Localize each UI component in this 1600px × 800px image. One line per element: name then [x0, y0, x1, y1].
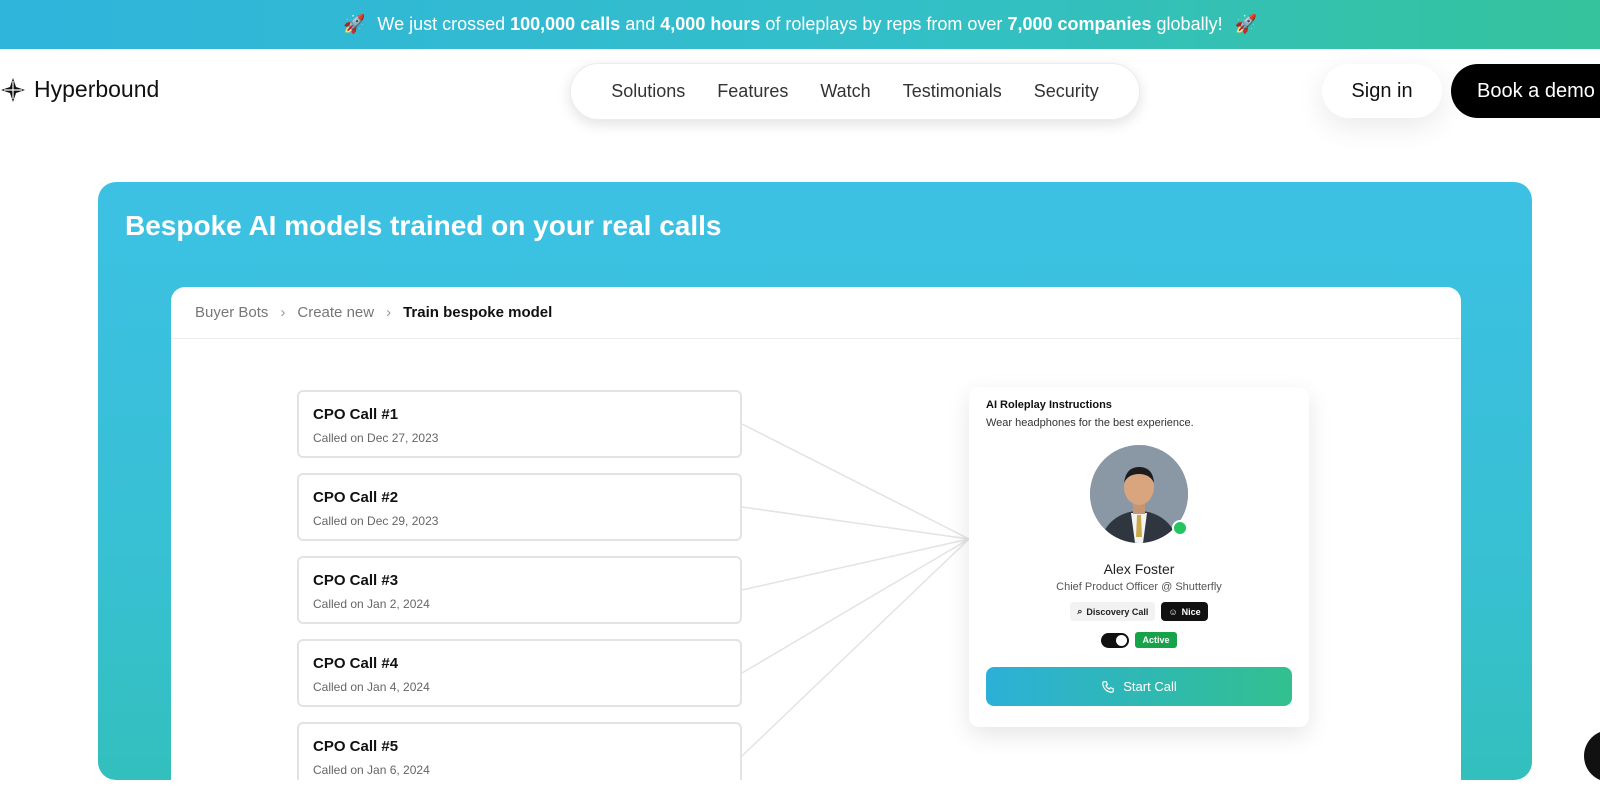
book-demo-button[interactable]: Book a demo: [1451, 64, 1600, 118]
call-item[interactable]: CPO Call #3 Called on Jan 2, 2024: [297, 556, 742, 624]
nav-solutions[interactable]: Solutions: [611, 81, 685, 102]
logo[interactable]: Hyperbound: [0, 76, 159, 103]
announcement-bar: 🚀 We just crossed 100,000 calls and 4,00…: [0, 0, 1600, 49]
call-title: CPO Call #5: [313, 738, 399, 755]
bot-tags: ⌕ Discovery Call ☺ Nice: [969, 602, 1309, 621]
nav-watch[interactable]: Watch: [820, 81, 870, 102]
logo-text: Hyperbound: [34, 76, 160, 102]
call-item[interactable]: CPO Call #2 Called on Dec 29, 2023: [297, 473, 742, 541]
start-call-button[interactable]: Start Call: [986, 667, 1292, 706]
call-date: Called on Dec 27, 2023: [313, 431, 439, 445]
call-title: CPO Call #3: [313, 572, 399, 589]
call-title: CPO Call #4: [313, 655, 399, 672]
rocket-icon: 🚀: [342, 14, 366, 34]
smile-icon: ☺: [1168, 606, 1178, 617]
bot-role: Chief Product Officer @ Shutterfly: [1056, 581, 1222, 593]
active-toggle[interactable]: [1101, 632, 1130, 648]
hero-section: Bespoke AI models trained on your real c…: [98, 182, 1532, 780]
call-item[interactable]: CPO Call #5 Called on Jan 6, 2024: [297, 722, 742, 780]
app-preview-panel: Buyer Bots › Create new › Train bespoke …: [171, 287, 1461, 780]
mood-tag: ☺ Nice: [1161, 602, 1208, 621]
rocket-icon: 🚀: [1234, 14, 1257, 34]
instructions-heading: AI Roleplay Instructions: [986, 399, 1112, 411]
call-date: Called on Jan 6, 2024: [313, 763, 430, 777]
call-list: CPO Call #1 Called on Dec 27, 2023 CPO C…: [297, 390, 742, 780]
call-date: Called on Jan 2, 2024: [313, 597, 430, 611]
hyperbound-logo-icon: [1, 77, 25, 102]
call-type-tag: ⌕ Discovery Call: [1070, 602, 1156, 621]
search-icon: ⌕: [1077, 606, 1083, 616]
chat-widget-button[interactable]: [1584, 730, 1600, 782]
announcement-text: We just crossed 100,000 calls and 4,000 …: [377, 14, 1223, 34]
sign-in-button[interactable]: Sign in: [1322, 64, 1442, 118]
instructions-text: Wear headphones for the best experience.: [986, 417, 1194, 429]
hero-title: Bespoke AI models trained on your real c…: [125, 210, 722, 241]
online-status-dot: [1172, 520, 1188, 536]
status-row: Active: [969, 632, 1309, 648]
call-title: CPO Call #1: [313, 406, 399, 423]
call-item[interactable]: CPO Call #1 Called on Dec 27, 2023: [297, 390, 742, 458]
call-title: CPO Call #2: [313, 489, 399, 506]
nav-security[interactable]: Security: [1034, 81, 1099, 102]
status-badge: Active: [1135, 632, 1177, 648]
main-nav: Solutions Features Watch Testimonials Se…: [570, 63, 1140, 120]
call-item[interactable]: CPO Call #4 Called on Jan 4, 2024: [297, 639, 742, 707]
nav-features[interactable]: Features: [717, 81, 788, 102]
call-date: Called on Dec 29, 2023: [313, 514, 439, 528]
phone-icon: [1102, 680, 1115, 693]
bot-name: Alex Foster: [1103, 561, 1175, 577]
call-date: Called on Jan 4, 2024: [313, 680, 430, 694]
buyer-bot-card: AI Roleplay Instructions Wear headphones…: [969, 387, 1309, 727]
nav-testimonials[interactable]: Testimonials: [903, 81, 1002, 102]
